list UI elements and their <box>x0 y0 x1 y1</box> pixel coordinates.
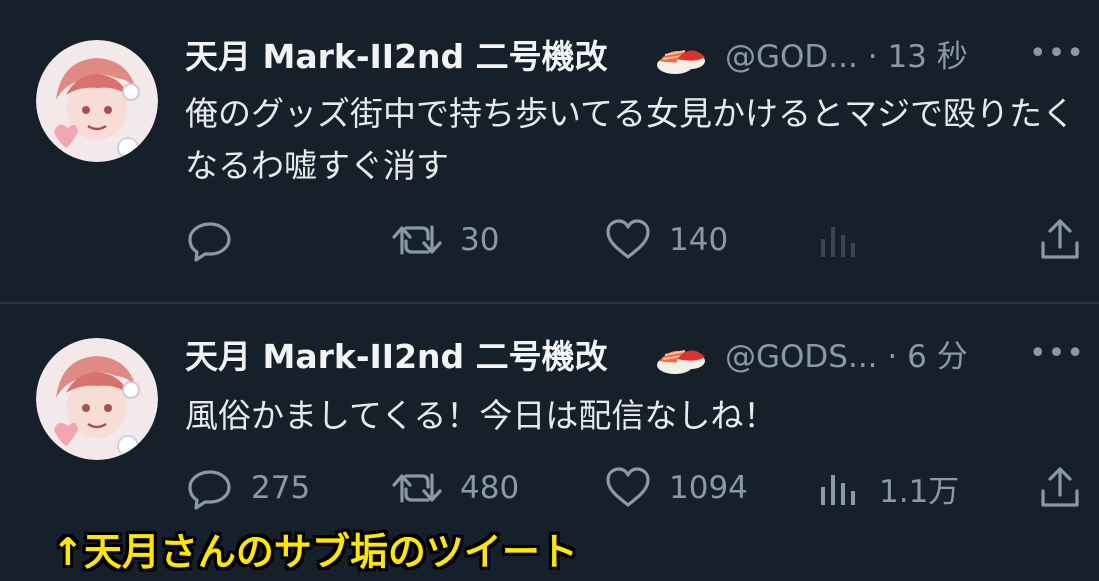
tweet-divider <box>0 302 1099 304</box>
views-chart-icon <box>821 475 855 505</box>
reply-icon <box>188 470 231 510</box>
handle-and-time[interactable]: @GOD... · 13 秒 <box>725 33 968 81</box>
retweet-button[interactable]: 30 <box>390 215 499 265</box>
retweet-icon <box>392 473 442 503</box>
retweet-count: 480 <box>460 470 520 506</box>
tweet-header: 天月 Mark-II2nd 二号機改 @GODS... · 6 分 ••• <box>185 333 1085 383</box>
avatar[interactable] <box>36 338 158 460</box>
reply-icon <box>188 222 231 262</box>
reply-count: 275 <box>251 470 311 506</box>
tweet-actions: 30 140 <box>185 215 1090 265</box>
like-button[interactable]: 140 <box>603 215 728 265</box>
avatar[interactable] <box>36 40 158 162</box>
share-button[interactable] <box>1035 463 1085 513</box>
overlay-caption: ↑天月さんのサブ垢のツイート <box>52 530 578 574</box>
user-handle[interactable]: @GOD... <box>725 39 858 75</box>
views-count: 1.1万 <box>879 473 960 510</box>
share-icon <box>1041 219 1079 259</box>
tweet-header: 天月 Mark-II2nd 二号機改 @GOD... · 13 秒 ••• <box>185 33 1085 83</box>
like-count: 140 <box>669 222 729 258</box>
timestamp[interactable]: 13 秒 <box>887 39 967 75</box>
views-button[interactable] <box>813 215 879 265</box>
display-name[interactable]: 天月 Mark-II2nd 二号機改 <box>185 333 608 381</box>
reply-button[interactable] <box>185 215 251 265</box>
heart-icon <box>606 467 650 507</box>
heart-icon <box>606 219 650 259</box>
tweet[interactable]: 天月 Mark-II2nd 二号機改 @GOD... · 13 秒 ••• 俺の… <box>0 0 1099 300</box>
handle-and-time[interactable]: @GODS... · 6 分 <box>725 333 968 381</box>
tweet-text: 風俗かましてくる！今日は配信なしね！ <box>185 396 777 435</box>
tweet[interactable]: 天月 Mark-II2nd 二号機改 @GODS... · 6 分 ••• 風俗… <box>0 305 1099 525</box>
like-count: 1094 <box>669 470 748 506</box>
timestamp[interactable]: 6 分 <box>907 339 968 375</box>
tweet-text: 俺のグッズ街中で持ち歩いてる女見かけるとマジで殴りたくなるわ嘘すぐ消す <box>185 94 1076 185</box>
share-button[interactable] <box>1035 215 1085 265</box>
more-options-icon[interactable]: ••• <box>1029 339 1085 369</box>
display-name[interactable]: 天月 Mark-II2nd 二号機改 <box>185 33 608 81</box>
tweet-actions: 275 480 1094 1.1万 <box>185 463 1090 513</box>
views-chart-icon <box>821 227 855 257</box>
user-handle[interactable]: @GODS... <box>725 339 878 375</box>
reply-button[interactable]: 275 <box>185 463 310 513</box>
retweet-icon <box>392 225 442 255</box>
separator-dot: · <box>887 339 898 375</box>
separator-dot: · <box>867 39 878 75</box>
more-options-icon[interactable]: ••• <box>1029 39 1085 69</box>
like-button[interactable]: 1094 <box>603 463 748 513</box>
share-icon <box>1041 467 1079 507</box>
views-button[interactable]: 1.1万 <box>813 463 959 513</box>
sushi-emoji-icon <box>655 37 707 77</box>
retweet-button[interactable]: 480 <box>390 463 519 513</box>
sushi-emoji-icon <box>655 337 707 377</box>
retweet-count: 30 <box>460 222 500 258</box>
